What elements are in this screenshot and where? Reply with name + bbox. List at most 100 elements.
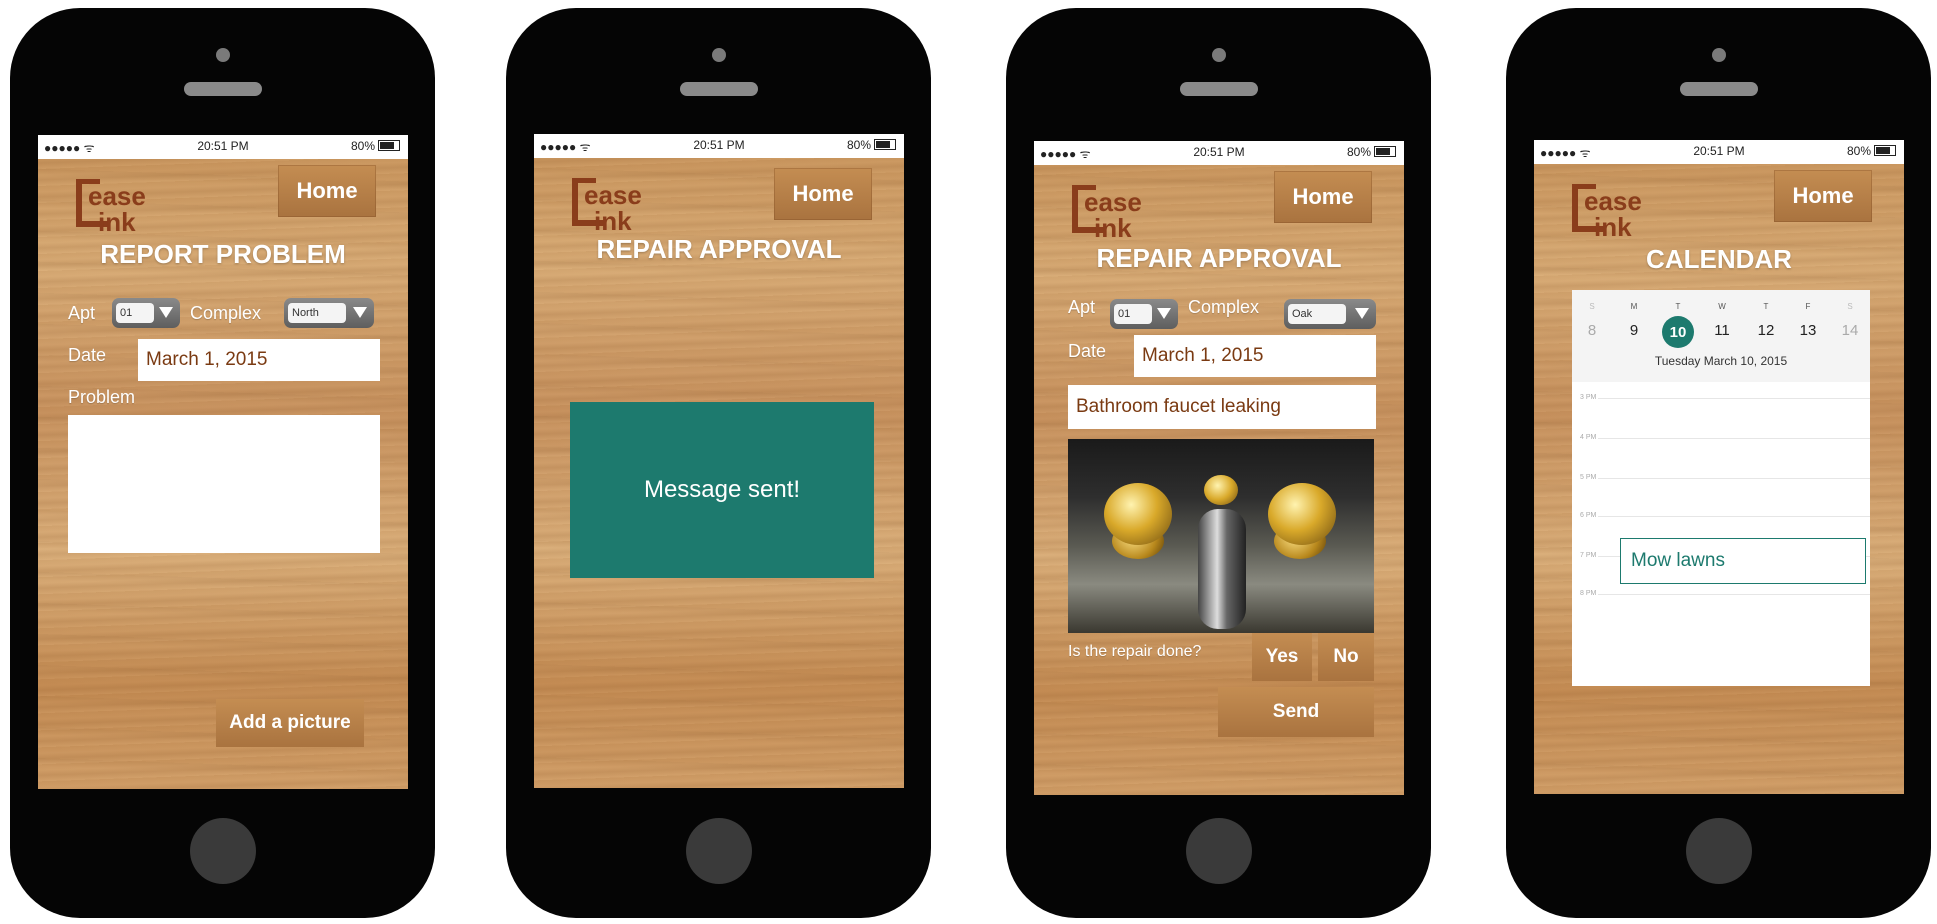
home-button[interactable]: Home bbox=[774, 168, 872, 220]
battery-icon bbox=[378, 140, 400, 151]
hour-label: 3 PM bbox=[1580, 394, 1597, 401]
complex-select-value: North bbox=[288, 303, 346, 323]
date-label: Date bbox=[1068, 341, 1107, 361]
weekday-label: F bbox=[1805, 302, 1811, 311]
camera-icon bbox=[1711, 48, 1726, 62]
battery-percent: 80% bbox=[846, 138, 871, 152]
camera-icon bbox=[215, 48, 230, 62]
complex-select[interactable]: Oak bbox=[1284, 299, 1376, 329]
day-cell-selected[interactable]: 10 bbox=[1662, 316, 1694, 348]
chevron-down-icon bbox=[353, 307, 367, 318]
apt-select[interactable]: 01 bbox=[1110, 299, 1178, 329]
battery-percent: 80% bbox=[1346, 145, 1371, 159]
complex-label: Complex bbox=[1188, 297, 1260, 317]
battery-percent: 80% bbox=[1846, 144, 1871, 158]
app-logo: ease ink bbox=[1072, 185, 1164, 249]
logo-text-link: ink bbox=[1594, 212, 1632, 242]
battery-icon bbox=[1874, 145, 1896, 156]
send-button[interactable]: Send bbox=[1218, 687, 1374, 737]
battery-indicator: 80% bbox=[847, 138, 896, 152]
yes-button[interactable]: Yes bbox=[1252, 633, 1312, 681]
phone-calendar: ●●●●● ᯤ 20:51 PM 80% ease ink Home CALEN… bbox=[1506, 8, 1931, 918]
battery-icon bbox=[874, 139, 896, 150]
hardware-home-button[interactable] bbox=[1185, 818, 1252, 884]
speaker-grille bbox=[679, 82, 758, 96]
week-strip: S M T W T F S 8 9 10 11 12 13 14 Tuesday… bbox=[1572, 290, 1870, 382]
no-button[interactable]: No bbox=[1318, 633, 1374, 681]
hour-label: 5 PM bbox=[1580, 474, 1597, 481]
day-cell[interactable]: 11 bbox=[1708, 322, 1736, 339]
battery-indicator: 80% bbox=[1347, 145, 1396, 159]
speaker-grille bbox=[1679, 82, 1758, 96]
home-button[interactable]: Home bbox=[1774, 170, 1872, 222]
status-bar: ●●●●● ᯤ 20:51 PM 80% bbox=[1534, 140, 1904, 164]
chevron-down-icon bbox=[1355, 308, 1369, 319]
weekday-label: S bbox=[1847, 302, 1853, 311]
weekday-label: T bbox=[1675, 302, 1681, 311]
home-button[interactable]: Home bbox=[278, 165, 376, 217]
battery-icon bbox=[1374, 146, 1396, 157]
hardware-home-button[interactable] bbox=[189, 818, 256, 884]
logo-mark bbox=[76, 179, 82, 227]
photo-knob bbox=[1104, 483, 1172, 545]
hour-line bbox=[1598, 516, 1870, 517]
status-bar: ●●●●● ᯤ 20:51 PM 80% bbox=[38, 135, 408, 159]
day-cell[interactable]: 9 bbox=[1620, 322, 1648, 339]
screen-message-sent: ●●●●● ᯤ 20:51 PM 80% ease ink Home REPAI… bbox=[534, 134, 904, 788]
photo-spout-cap bbox=[1204, 475, 1238, 505]
calendar-event[interactable]: Mow lawns bbox=[1620, 538, 1866, 584]
logo-text-link: ink bbox=[98, 207, 136, 237]
calendar-widget: S M T W T F S 8 9 10 11 12 13 14 Tuesday… bbox=[1572, 290, 1870, 686]
logo-text-link: ink bbox=[1094, 213, 1132, 243]
hour-line bbox=[1598, 398, 1870, 399]
date-field[interactable]: March 1, 2015 bbox=[1134, 335, 1376, 377]
date-field[interactable]: March 1, 2015 bbox=[138, 339, 380, 381]
chevron-down-icon bbox=[1157, 308, 1171, 319]
problem-field[interactable]: Bathroom faucet leaking bbox=[1068, 385, 1376, 429]
weekday-label: W bbox=[1718, 302, 1726, 311]
repair-question: Is the repair done? bbox=[1068, 643, 1202, 660]
camera-icon bbox=[711, 48, 726, 62]
apt-select-value: 01 bbox=[1114, 304, 1152, 324]
app-logo: ease ink bbox=[572, 178, 664, 242]
day-cell[interactable]: 14 bbox=[1836, 322, 1864, 339]
apt-label: Apt bbox=[68, 303, 96, 323]
day-cell[interactable]: 13 bbox=[1794, 322, 1822, 339]
complex-select[interactable]: North bbox=[284, 298, 374, 328]
hour-line bbox=[1598, 438, 1870, 439]
day-cell[interactable]: 12 bbox=[1752, 322, 1780, 339]
problem-textarea[interactable] bbox=[68, 415, 380, 553]
page-title: CALENDAR bbox=[1646, 244, 1792, 274]
message-sent-dialog: Message sent! bbox=[570, 402, 874, 578]
day-cell[interactable]: 8 bbox=[1578, 322, 1606, 339]
hour-label: 6 PM bbox=[1580, 512, 1597, 519]
page-title: REPORT PROBLEM bbox=[100, 239, 346, 269]
status-bar: ●●●●● ᯤ 20:51 PM 80% bbox=[534, 134, 904, 158]
hardware-home-button[interactable] bbox=[1685, 818, 1752, 884]
screen-repair-approval: ●●●●● ᯤ 20:51 PM 80% ease ink Home REPAI… bbox=[1034, 141, 1404, 795]
logo-mark bbox=[1072, 185, 1078, 233]
hour-line bbox=[1598, 594, 1870, 595]
speaker-grille bbox=[183, 82, 262, 96]
app-logo: ease ink bbox=[76, 179, 168, 243]
photo-knob bbox=[1268, 483, 1336, 545]
phone-report-problem: ●●●●● ᯤ 20:51 PM 80% ease ink Home REPOR… bbox=[10, 8, 435, 918]
apt-select[interactable]: 01 bbox=[112, 298, 180, 328]
hour-label: 8 PM bbox=[1580, 590, 1597, 597]
logo-mark bbox=[1572, 184, 1578, 232]
battery-indicator: 80% bbox=[351, 139, 400, 153]
add-picture-button[interactable]: Add a picture bbox=[216, 699, 364, 747]
complex-label: Complex bbox=[190, 303, 262, 323]
home-button[interactable]: Home bbox=[1274, 171, 1372, 223]
page-title: REPAIR APPROVAL bbox=[1096, 243, 1342, 273]
phone-repair-approval: ●●●●● ᯤ 20:51 PM 80% ease ink Home REPAI… bbox=[1006, 8, 1431, 918]
logo-text-link: ink bbox=[594, 206, 632, 236]
faucet-photo bbox=[1068, 439, 1374, 633]
date-label: Date bbox=[68, 345, 107, 365]
screen-report-problem: ●●●●● ᯤ 20:51 PM 80% ease ink Home REPOR… bbox=[38, 135, 408, 789]
complex-select-value: Oak bbox=[1288, 304, 1346, 324]
weekday-label: M bbox=[1630, 302, 1638, 311]
page-title: REPAIR APPROVAL bbox=[596, 234, 842, 264]
hardware-home-button[interactable] bbox=[685, 818, 752, 884]
speaker-grille bbox=[1179, 82, 1258, 96]
